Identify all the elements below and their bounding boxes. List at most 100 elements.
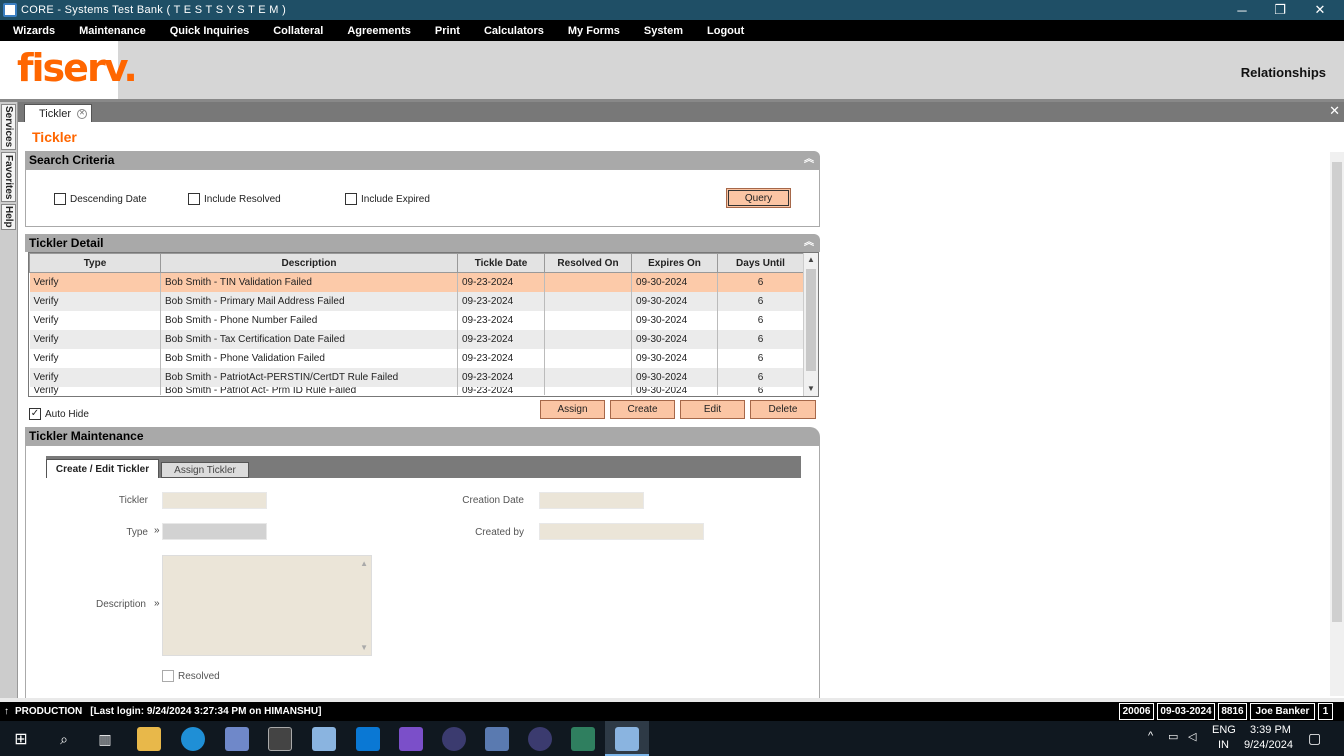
maximize-button[interactable]: ❐ bbox=[1260, 0, 1300, 20]
minimize-button[interactable]: ─ bbox=[1222, 0, 1262, 20]
start-windows-icon[interactable]: ⊞ bbox=[9, 727, 33, 751]
region-indicator[interactable]: IN bbox=[1218, 739, 1229, 751]
creation-date-label: Creation Date bbox=[462, 495, 524, 506]
include-expired-checkbox[interactable]: Include Expired bbox=[345, 193, 430, 205]
create-button[interactable]: Create bbox=[610, 400, 675, 419]
close-all-tabs-icon[interactable]: ✕ bbox=[1329, 103, 1340, 119]
table-row[interactable]: Verify Bob Smith - TIN Validation Failed… bbox=[29, 272, 804, 292]
app-icon-3[interactable] bbox=[485, 727, 509, 751]
menu-system[interactable]: System bbox=[644, 25, 683, 37]
menu-collateral[interactable]: Collateral bbox=[273, 25, 323, 37]
auto-hide-box[interactable]: ✓ bbox=[29, 408, 41, 420]
task-view-icon[interactable]: ▥ bbox=[93, 727, 117, 751]
cell-description: Bob Smith - Phone Number Failed bbox=[160, 310, 458, 330]
cell-type: Verify bbox=[29, 310, 161, 330]
descending-date-box[interactable] bbox=[54, 193, 66, 205]
menu-wizards[interactable]: Wizards bbox=[13, 25, 55, 37]
clock-time[interactable]: 3:39 PM bbox=[1250, 724, 1291, 736]
menu-logout[interactable]: Logout bbox=[707, 25, 744, 37]
menu-quick-inquiries[interactable]: Quick Inquiries bbox=[170, 25, 249, 37]
search-icon[interactable]: ⌕ bbox=[52, 727, 76, 751]
page-scrollbar[interactable] bbox=[1330, 152, 1344, 696]
description-textarea[interactable]: ▲ ▼ bbox=[162, 555, 372, 656]
tab-tickler[interactable]: Tickler ✕ bbox=[24, 104, 92, 123]
app-icon-4[interactable] bbox=[571, 727, 595, 751]
resolved-box[interactable] bbox=[162, 670, 174, 682]
eclipse-icon[interactable] bbox=[442, 727, 466, 751]
grid-scrollbar[interactable]: ▲ ▼ bbox=[803, 253, 818, 396]
assign-button[interactable]: Assign bbox=[540, 400, 605, 419]
app-icon-2[interactable] bbox=[312, 727, 336, 751]
core-app-taskbar-button[interactable] bbox=[605, 721, 649, 756]
cell-days-until: 6 bbox=[717, 386, 804, 395]
side-tab-services[interactable]: Services bbox=[1, 104, 16, 150]
column-header-type[interactable]: Type bbox=[29, 253, 161, 273]
edge-browser-icon[interactable] bbox=[181, 727, 205, 751]
cell-resolved-on bbox=[544, 291, 632, 311]
network-icon[interactable]: ▭ bbox=[1168, 730, 1178, 743]
table-row[interactable]: Verify Bob Smith - PatriotAct-PERSTIN/Ce… bbox=[29, 367, 804, 387]
table-row[interactable]: Verify Bob Smith - Phone Number Failed 0… bbox=[29, 310, 804, 330]
cell-tickle-date: 09-23-2024 bbox=[457, 291, 545, 311]
type-select[interactable] bbox=[162, 523, 267, 540]
menu-agreements[interactable]: Agreements bbox=[347, 25, 411, 37]
cell-resolved-on bbox=[544, 386, 632, 395]
column-header-days-until[interactable]: Days Until bbox=[717, 253, 804, 273]
scroll-up-icon[interactable]: ▲ bbox=[804, 253, 818, 267]
type-label: Type bbox=[126, 527, 148, 538]
query-button[interactable]: Query bbox=[726, 188, 791, 208]
notifications-icon[interactable]: ▢ bbox=[1308, 730, 1321, 747]
file-explorer-icon[interactable] bbox=[137, 727, 161, 751]
search-criteria-title: Search Criteria bbox=[29, 153, 115, 167]
language-indicator[interactable]: ENG bbox=[1212, 724, 1236, 736]
column-header-tickle-date[interactable]: Tickle Date bbox=[457, 253, 545, 273]
include-expired-box[interactable] bbox=[345, 193, 357, 205]
column-header-resolved-on[interactable]: Resolved On bbox=[544, 253, 632, 273]
resolved-checkbox[interactable]: Resolved bbox=[162, 670, 220, 682]
clock-date[interactable]: 9/24/2024 bbox=[1244, 739, 1293, 751]
textarea-scroll-down-icon[interactable]: ▼ bbox=[360, 643, 368, 652]
column-header-expires-on[interactable]: Expires On bbox=[631, 253, 718, 273]
edit-button[interactable]: Edit bbox=[680, 400, 745, 419]
side-tab-help[interactable]: Help bbox=[1, 204, 16, 230]
include-resolved-box[interactable] bbox=[188, 193, 200, 205]
collapse-detail-icon[interactable]: ︽ bbox=[804, 234, 814, 252]
menu-print[interactable]: Print bbox=[435, 25, 460, 37]
page-scroll-thumb[interactable] bbox=[1332, 162, 1342, 622]
tab-assign-tickler[interactable]: Assign Tickler bbox=[161, 462, 249, 478]
auto-hide-label: Auto Hide bbox=[45, 408, 89, 420]
tab-create-edit-tickler[interactable]: Create / Edit Tickler bbox=[46, 459, 159, 478]
terminal-icon[interactable] bbox=[268, 727, 292, 751]
show-hidden-icons[interactable]: ^ bbox=[1148, 730, 1153, 742]
cell-type: Verify bbox=[29, 348, 161, 368]
descending-date-label: Descending Date bbox=[70, 193, 147, 205]
created-by-field bbox=[539, 523, 704, 540]
collapse-search-icon[interactable]: ︽ bbox=[804, 151, 814, 169]
include-resolved-checkbox[interactable]: Include Resolved bbox=[188, 193, 281, 205]
tickler-field[interactable] bbox=[162, 492, 267, 509]
cell-expires-on: 09-30-2024 bbox=[631, 386, 718, 395]
volume-icon[interactable]: ◁ bbox=[1188, 730, 1196, 743]
close-window-button[interactable]: ✕ bbox=[1300, 0, 1340, 20]
menu-maintenance[interactable]: Maintenance bbox=[79, 25, 146, 37]
grid-scroll-thumb[interactable] bbox=[806, 269, 816, 371]
vscode-icon[interactable] bbox=[356, 727, 380, 751]
table-row[interactable]: Verify Bob Smith - Tax Certification Dat… bbox=[29, 329, 804, 349]
visual-studio-icon[interactable] bbox=[399, 727, 423, 751]
tickler-detail-header: Tickler Detail ︽ bbox=[25, 234, 820, 252]
delete-button[interactable]: Delete bbox=[750, 400, 816, 419]
table-row[interactable]: Verify Bob Smith - Primary Mail Address … bbox=[29, 291, 804, 311]
auto-hide-checkbox[interactable]: ✓ Auto Hide bbox=[29, 408, 89, 420]
menu-calculators[interactable]: Calculators bbox=[484, 25, 544, 37]
eclipse-icon-2[interactable] bbox=[528, 727, 552, 751]
tab-close-icon[interactable]: ✕ bbox=[76, 109, 87, 119]
scroll-down-icon[interactable]: ▼ bbox=[804, 382, 818, 396]
descending-date-checkbox[interactable]: Descending Date bbox=[54, 193, 147, 205]
column-header-description[interactable]: Description bbox=[160, 253, 458, 273]
side-tab-favorites[interactable]: Favorites bbox=[1, 152, 16, 202]
table-row[interactable]: Verify Bob Smith - Patriot Act- Prm ID R… bbox=[29, 386, 804, 395]
textarea-scroll-up-icon[interactable]: ▲ bbox=[360, 559, 368, 568]
app-icon-1[interactable] bbox=[225, 727, 249, 751]
menu-my-forms[interactable]: My Forms bbox=[568, 25, 620, 37]
table-row[interactable]: Verify Bob Smith - Phone Validation Fail… bbox=[29, 348, 804, 368]
